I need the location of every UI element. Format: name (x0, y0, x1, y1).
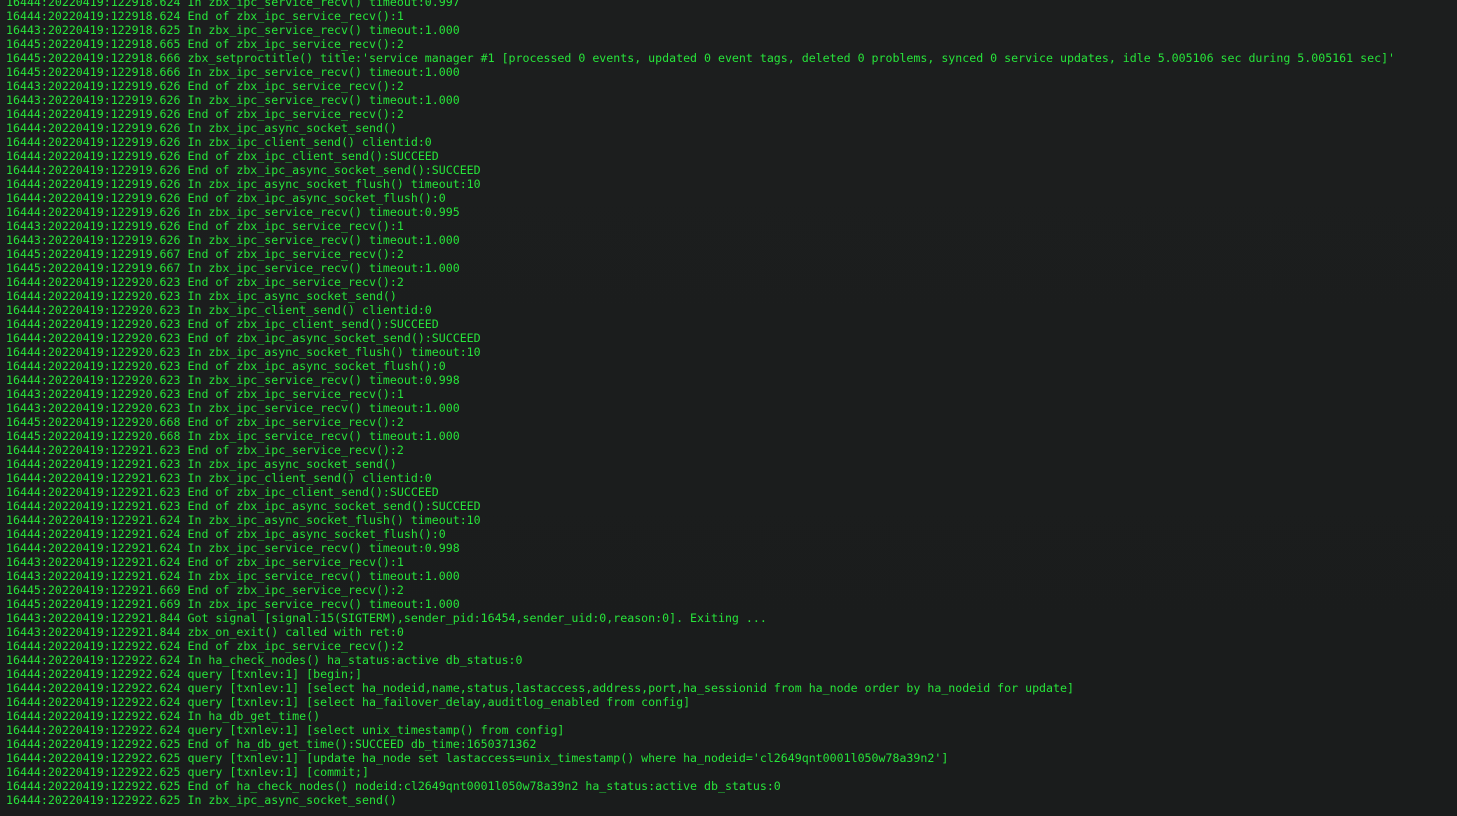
log-line: 16444:20220419:122919.626 In zbx_ipc_cli… (6, 135, 432, 149)
log-line: 16444:20220419:122922.625 End of ha_db_g… (6, 737, 537, 751)
log-line: 16443:20220419:122919.626 End of zbx_ipc… (6, 219, 404, 233)
log-line: 16445:20220419:122918.666 zbx_setproctit… (6, 51, 1396, 65)
log-line: 16443:20220419:122919.626 In zbx_ipc_ser… (6, 233, 460, 247)
log-line: 16445:20220419:122921.669 End of zbx_ipc… (6, 583, 404, 597)
log-line: 16443:20220419:122919.626 End of zbx_ipc… (6, 79, 404, 93)
log-line: 16444:20220419:122921.624 End of zbx_ipc… (6, 527, 446, 541)
log-line: 16444:20220419:122919.626 End of zbx_ipc… (6, 107, 404, 121)
log-output: 16444:20220419:122918.624 In zbx_ipc_ser… (6, 0, 1395, 807)
log-line: 16444:20220419:122920.623 End of zbx_ipc… (6, 317, 439, 331)
log-line: 16443:20220419:122918.625 In zbx_ipc_ser… (6, 23, 460, 37)
log-line: 16444:20220419:122919.626 End of zbx_ipc… (6, 149, 439, 163)
log-line: 16443:20220419:122921.624 End of zbx_ipc… (6, 555, 404, 569)
log-line: 16445:20220419:122920.668 End of zbx_ipc… (6, 415, 404, 429)
log-line: 16444:20220419:122922.625 query [txnlev:… (6, 751, 949, 765)
log-line: 16445:20220419:122918.666 In zbx_ipc_ser… (6, 65, 460, 79)
terminal-window[interactable]: 16444:20220419:122918.624 In zbx_ipc_ser… (0, 0, 1457, 816)
log-line: 16444:20220419:122921.624 In zbx_ipc_asy… (6, 513, 481, 527)
log-line: 16443:20220419:122921.844 Got signal [si… (6, 611, 767, 625)
log-line: 16445:20220419:122920.668 In zbx_ipc_ser… (6, 429, 460, 443)
log-line: 16444:20220419:122919.626 In zbx_ipc_ser… (6, 205, 460, 219)
log-line: 16444:20220419:122922.624 query [txnlev:… (6, 681, 1074, 695)
log-line: 16444:20220419:122922.624 query [txnlev:… (6, 723, 565, 737)
log-line: 16444:20220419:122921.623 End of zbx_ipc… (6, 443, 404, 457)
log-line: 16444:20220419:122921.624 In zbx_ipc_ser… (6, 541, 460, 555)
log-line: 16444:20220419:122922.625 In zbx_ipc_asy… (6, 793, 397, 807)
log-line: 16444:20220419:122921.623 In zbx_ipc_cli… (6, 471, 432, 485)
log-line: 16444:20220419:122919.626 End of zbx_ipc… (6, 163, 481, 177)
log-line: 16444:20220419:122922.625 query [txnlev:… (6, 765, 369, 779)
log-line: 16444:20220419:122922.625 End of ha_chec… (6, 779, 781, 793)
log-line: 16445:20220419:122919.667 In zbx_ipc_ser… (6, 261, 460, 275)
log-line: 16445:20220419:122919.667 End of zbx_ipc… (6, 247, 404, 261)
log-line: 16444:20220419:122918.624 End of zbx_ipc… (6, 9, 404, 23)
log-line: 16443:20220419:122921.844 zbx_on_exit() … (6, 625, 404, 639)
log-line: 16444:20220419:122919.626 End of zbx_ipc… (6, 191, 446, 205)
log-line: 16444:20220419:122922.624 query [txnlev:… (6, 695, 691, 709)
log-line: 16444:20220419:122920.623 In zbx_ipc_ser… (6, 373, 460, 387)
log-line: 16443:20220419:122920.623 End of zbx_ipc… (6, 387, 404, 401)
log-line: 16444:20220419:122918.624 In zbx_ipc_ser… (6, 0, 460, 9)
log-line: 16444:20220419:122920.623 In zbx_ipc_cli… (6, 303, 432, 317)
log-line: 16444:20220419:122922.624 In ha_check_no… (6, 653, 523, 667)
log-line: 16444:20220419:122919.626 In zbx_ipc_asy… (6, 121, 397, 135)
log-line: 16444:20220419:122922.624 In ha_db_get_t… (6, 709, 321, 723)
log-line: 16444:20220419:122920.623 In zbx_ipc_asy… (6, 289, 397, 303)
log-line: 16444:20220419:122920.623 End of zbx_ipc… (6, 275, 404, 289)
log-line: 16443:20220419:122921.624 In zbx_ipc_ser… (6, 569, 460, 583)
log-line: 16444:20220419:122922.624 End of zbx_ipc… (6, 639, 404, 653)
log-line: 16444:20220419:122920.623 End of zbx_ipc… (6, 331, 481, 345)
log-line: 16444:20220419:122921.623 In zbx_ipc_asy… (6, 457, 397, 471)
log-line: 16444:20220419:122919.626 In zbx_ipc_asy… (6, 177, 481, 191)
log-line: 16443:20220419:122920.623 In zbx_ipc_ser… (6, 401, 460, 415)
log-line: 16445:20220419:122918.665 End of zbx_ipc… (6, 37, 404, 51)
log-line: 16444:20220419:122920.623 In zbx_ipc_asy… (6, 345, 481, 359)
log-line: 16444:20220419:122920.623 End of zbx_ipc… (6, 359, 446, 373)
log-line: 16443:20220419:122919.626 In zbx_ipc_ser… (6, 93, 460, 107)
log-line: 16444:20220419:122921.623 End of zbx_ipc… (6, 499, 481, 513)
log-line: 16445:20220419:122921.669 In zbx_ipc_ser… (6, 597, 460, 611)
log-line: 16444:20220419:122922.624 query [txnlev:… (6, 667, 362, 681)
log-line: 16444:20220419:122921.623 End of zbx_ipc… (6, 485, 439, 499)
